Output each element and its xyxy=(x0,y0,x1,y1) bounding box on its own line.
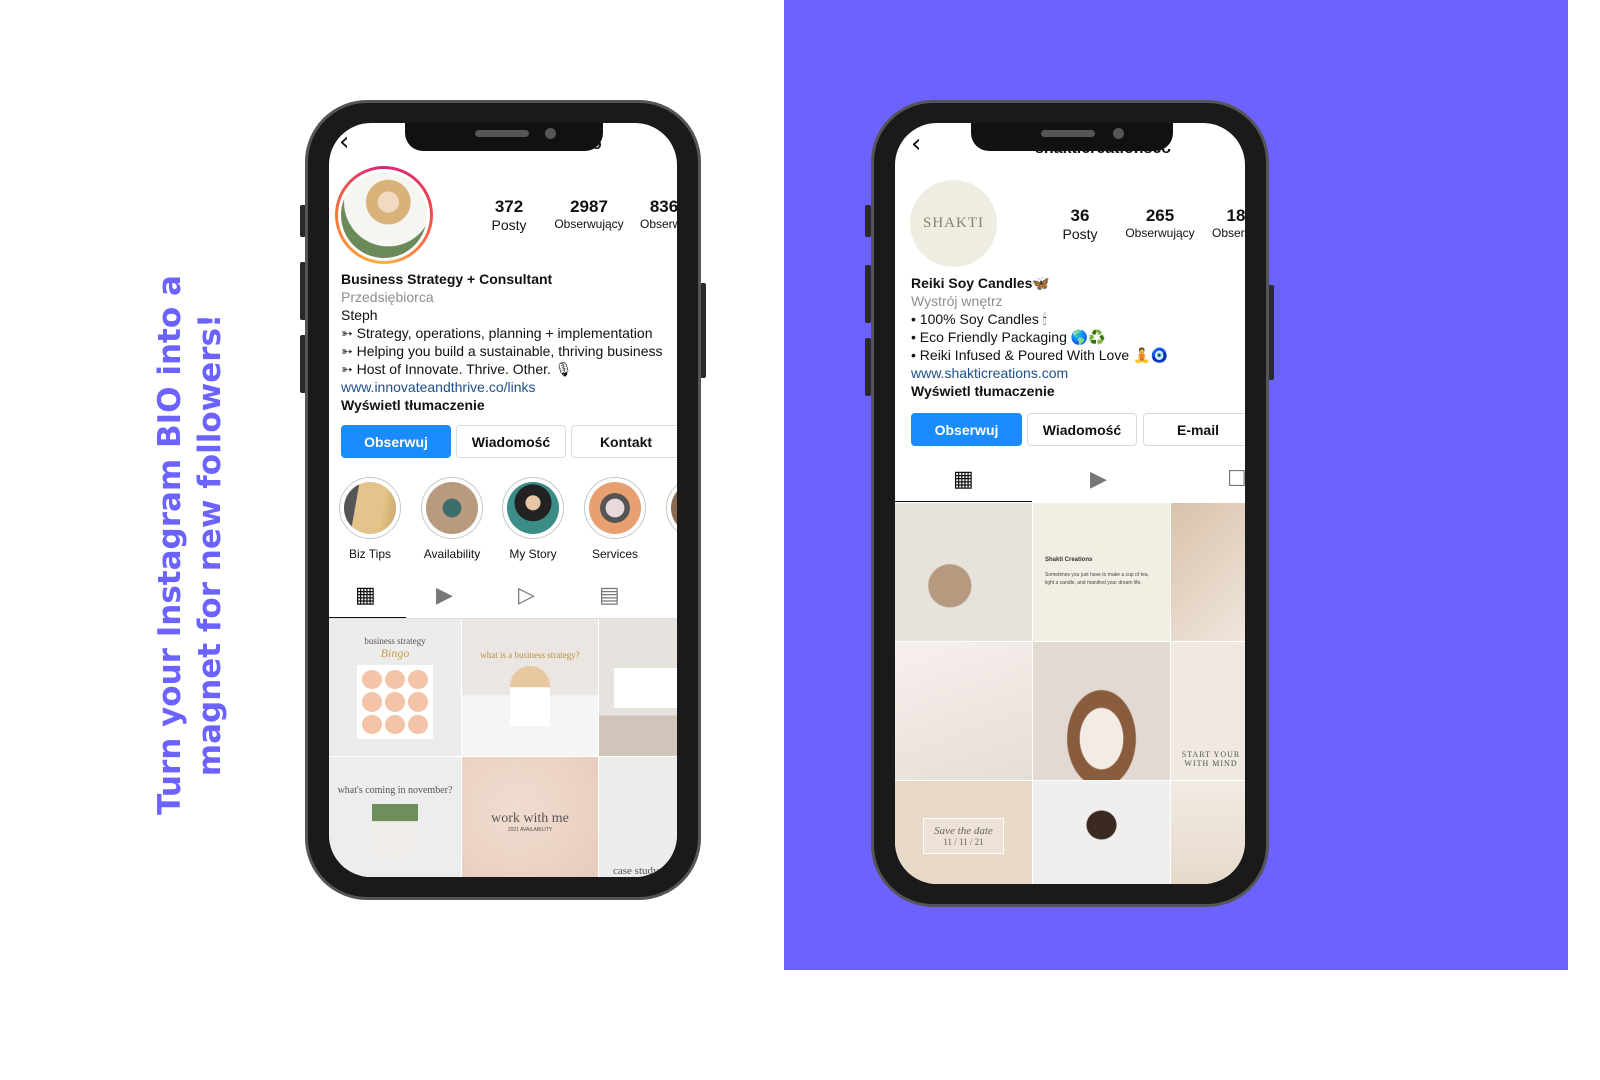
post-tile[interactable] xyxy=(1171,503,1245,641)
headline: Turn your Instagram BIO into a magnet fo… xyxy=(150,275,230,815)
bio-line: • Eco Friendly Packaging 🌎♻️ xyxy=(911,329,1106,345)
highlight-availability[interactable]: Availability xyxy=(419,477,485,561)
email-button[interactable]: E-mail xyxy=(1143,413,1245,446)
reels-icon[interactable]: ▶︎ xyxy=(436,583,453,608)
active-tab-underline xyxy=(895,501,1032,502)
back-arrow-icon[interactable]: ‹ xyxy=(339,127,349,157)
message-button[interactable]: Wiadomość xyxy=(456,425,566,458)
highlight-services[interactable]: Services xyxy=(582,477,648,561)
bio-link[interactable]: www.shakticreations.com xyxy=(911,364,1168,382)
instagram-profile-left: ‹ co 372Posty 2987Obserwujący 836Obserwo… xyxy=(329,123,677,877)
bio-line: • Reiki Infused & Poured With Love 🧘🧿 xyxy=(911,347,1168,363)
stat-following[interactable]: 18Obserwu xyxy=(1191,206,1245,240)
post-tile[interactable] xyxy=(1033,781,1170,884)
reels-icon[interactable]: ▶︎ xyxy=(1090,467,1107,492)
avatar-logo-text: SHAKTI xyxy=(923,215,984,231)
translate-link[interactable]: Wyświetl tłumaczenie xyxy=(341,397,485,413)
tagged-icon[interactable]: ☐ xyxy=(1227,467,1245,492)
stat-posts[interactable]: 372 Posty xyxy=(464,197,554,233)
avatar xyxy=(341,172,427,258)
post-tile[interactable] xyxy=(895,503,1032,641)
profile-name: Reiki Soy Candles🦋 xyxy=(911,275,1050,291)
post-tile[interactable]: Save the date 11 / 11 / 21 xyxy=(895,781,1032,884)
post-tile[interactable] xyxy=(1033,642,1170,780)
bio-link[interactable]: www.innovateandthrive.co/links xyxy=(341,378,662,396)
post-tile[interactable]: what is a business strategy? xyxy=(462,619,598,756)
profile-name: Business Strategy + Consultant xyxy=(341,271,553,287)
bio: Reiki Soy Candles🦋 Wystrój wnętrz • 100%… xyxy=(911,274,1168,400)
stat-posts[interactable]: 36 Posty xyxy=(1035,206,1125,242)
post-tile[interactable] xyxy=(1171,781,1245,884)
headline-line-2: magnet for new followers! xyxy=(192,313,228,777)
notch xyxy=(405,123,603,151)
avatar[interactable]: SHAKTI xyxy=(910,180,997,267)
play-icon[interactable]: ▷ xyxy=(518,583,535,608)
guide-icon[interactable]: ▤ xyxy=(599,583,620,608)
grid-icon[interactable]: ▦ xyxy=(355,583,376,608)
contact-button[interactable]: Kontakt xyxy=(571,425,677,458)
back-arrow-icon[interactable]: ‹ xyxy=(911,129,921,159)
post-tile[interactable]: Shakti Creations Sometimes you just have… xyxy=(1033,503,1170,641)
post-tile[interactable]: case study xyxy=(599,757,677,877)
bio-line: • 100% Soy Candles 🕯 xyxy=(911,311,1047,327)
grid-icon[interactable]: ▦ xyxy=(953,467,974,492)
phone-left: ‹ co 372Posty 2987Obserwujący 836Obserwo… xyxy=(305,100,701,900)
message-button[interactable]: Wiadomość xyxy=(1027,413,1137,446)
post-tile[interactable] xyxy=(599,619,677,756)
follow-button[interactable]: Obserwuj xyxy=(341,425,451,458)
post-tile[interactable]: work with me 2021 AVAILABILITY xyxy=(462,757,598,877)
post-tile[interactable]: START YOUR WITH MIND xyxy=(1171,642,1245,780)
profile-category: Przedsiębiorca xyxy=(341,289,434,305)
bio-line: Steph xyxy=(341,307,378,323)
bio: Business Strategy + Consultant Przedsięb… xyxy=(341,270,662,414)
profile-category: Wystrój wnętrz xyxy=(911,293,1003,309)
post-tile[interactable] xyxy=(895,642,1032,780)
bio-line: ➳ Host of Innovate. Thrive. Other. 🎙 xyxy=(341,361,573,377)
post-tile[interactable]: what's coming in november? xyxy=(329,757,461,877)
translate-link[interactable]: Wyświetl tłumaczenie xyxy=(911,383,1055,399)
headline-line-1: Turn your Instagram BIO into a xyxy=(152,275,188,815)
stat-following[interactable]: 836Obserwo xyxy=(619,197,677,231)
instagram-profile-right: ‹ shakticreationsco SHAKTI 36Posty 265Ob… xyxy=(895,123,1245,884)
highlight-partial[interactable]: Tl xyxy=(664,477,677,561)
highlight-biz-tips[interactable]: Biz Tips xyxy=(337,477,403,561)
bio-line: ➳ Strategy, operations, planning + imple… xyxy=(341,325,653,341)
bio-line: ➳ Helping you build a sustainable, thriv… xyxy=(341,343,663,359)
avatar-story-ring[interactable] xyxy=(335,166,433,264)
notch xyxy=(971,123,1173,151)
phone-right: ‹ shakticreationsco SHAKTI 36Posty 265Ob… xyxy=(871,100,1269,907)
post-tile[interactable]: business strategy Bingo xyxy=(329,619,461,756)
highlight-my-story[interactable]: My Story xyxy=(500,477,566,561)
follow-button[interactable]: Obserwuj xyxy=(911,413,1022,446)
